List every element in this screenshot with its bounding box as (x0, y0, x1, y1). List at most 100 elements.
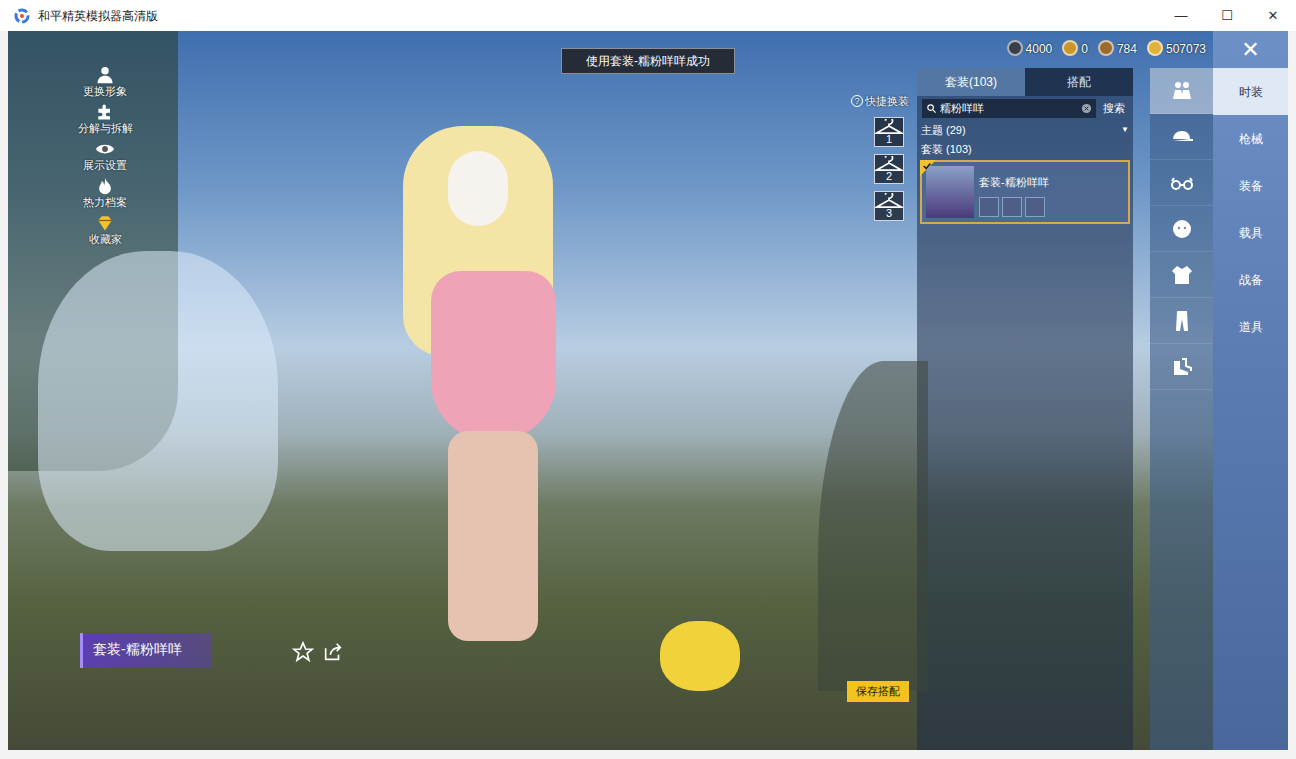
search-button[interactable]: 搜索 (1100, 100, 1128, 117)
main-tab[interactable]: 枪械 (1213, 115, 1288, 162)
currency-bar: 4000 0 784 507073 (1007, 40, 1206, 58)
currency-amount: 784 (1117, 42, 1137, 56)
main-tab-label: 时装 (1239, 83, 1263, 101)
main-tab-label: 载具 (1239, 224, 1263, 242)
category-button[interactable] (1150, 114, 1213, 160)
side-menu-label: 展示设置 (83, 159, 127, 171)
main-tab-label: 道具 (1239, 318, 1263, 336)
category-button[interactable] (1150, 68, 1213, 114)
cap-icon (1170, 125, 1194, 149)
puzzle-icon (95, 102, 115, 122)
expand-arrow: ▼ (1121, 124, 1129, 136)
side-menu-item[interactable]: 分解与拆解 (66, 102, 144, 137)
qilin-figure (38, 251, 278, 551)
currency: 4000 (1007, 40, 1053, 58)
close-button[interactable]: ✕ (1213, 31, 1288, 68)
save-outfit-button[interactable]: 保存搭配 (847, 681, 909, 702)
quick-change-slot[interactable]: 3 (874, 191, 904, 221)
share-icon[interactable] (322, 641, 344, 663)
quick-change: ?快捷换装 1 2 3 (851, 93, 911, 221)
toast-message: 使用套装-糯粉咩咩成功 (561, 48, 735, 74)
maximize-button[interactable]: ☐ (1204, 0, 1250, 31)
hanger-icon (875, 119, 903, 135)
outfit-tools (292, 641, 344, 663)
currency: 784 (1098, 40, 1137, 58)
dress-figure (431, 271, 556, 441)
outfit-info: 套装-糯粉咩咩 (979, 166, 1049, 218)
search-bar: 搜索 (917, 96, 1133, 121)
slot-number: 1 (886, 134, 892, 144)
quick-change-slot[interactable]: 2 (874, 154, 904, 184)
part-thumbnail (1025, 197, 1045, 217)
category-button[interactable] (1150, 252, 1213, 298)
part-thumbnail (979, 197, 999, 217)
quick-change-title: 快捷换装 (865, 93, 909, 110)
clear-icon[interactable] (1081, 103, 1092, 114)
shoes-icon (1170, 355, 1194, 379)
gem-icon (95, 213, 115, 233)
window-controls: —☐✕ (1158, 0, 1296, 31)
side-menu-item[interactable]: 收藏家 (66, 213, 144, 248)
list-group-header[interactable]: 套装 (103) (917, 140, 1133, 159)
outfit-item[interactable]: 套装-糯粉咩咩 (920, 160, 1130, 224)
list-group-header[interactable]: 主题 (29) ▼ (917, 121, 1133, 140)
shirt-icon (1170, 263, 1194, 287)
main-tab[interactable]: 道具 (1213, 303, 1288, 350)
title-bar: 和平精英模拟器高清版—☐✕ (0, 0, 1296, 31)
side-menu-label: 更换形象 (83, 85, 127, 97)
quick-change-label: ?快捷换装 (851, 93, 911, 110)
side-menu-item[interactable]: 展示设置 (66, 139, 144, 174)
face-figure (448, 151, 508, 226)
main-tab-label: 枪械 (1239, 130, 1263, 148)
currency-amount: 0 (1081, 42, 1088, 56)
category-button[interactable] (1150, 298, 1213, 344)
main-tab-label: 装备 (1239, 177, 1263, 195)
scene: 更换形象分解与拆解展示设置热力档案收藏家使用套装-糯粉咩咩成功?快捷换装123套… (8, 31, 917, 750)
minimize-button[interactable]: — (1158, 0, 1204, 31)
chick-figure (660, 621, 740, 691)
side-menu-label: 收藏家 (89, 233, 122, 245)
main-tab[interactable]: 战备 (1213, 256, 1288, 303)
side-menu-label: 热力档案 (83, 196, 127, 208)
side-menu: 更换形象分解与拆解展示设置热力档案收藏家 (66, 65, 144, 248)
category-button[interactable] (1150, 206, 1213, 252)
currency: 507073 (1147, 40, 1206, 58)
main-tab[interactable]: 装备 (1213, 162, 1288, 209)
person-icon (95, 65, 115, 85)
category-button[interactable] (1150, 344, 1213, 390)
coin-icon (1098, 40, 1114, 56)
star-icon[interactable] (292, 641, 314, 663)
search-field (922, 99, 1096, 118)
game-area: 更换形象分解与拆解展示设置热力档案收藏家使用套装-糯粉咩咩成功?快捷换装123套… (8, 31, 1288, 750)
help-button[interactable]: ? (851, 95, 863, 107)
selected-corner (920, 160, 936, 176)
group-label: 主题 (29) (921, 122, 966, 139)
category-list (1150, 68, 1213, 750)
outfit-icon (1170, 79, 1194, 103)
slot-number: 3 (886, 208, 892, 218)
part-thumbnail (1002, 197, 1022, 217)
currency-amount: 4000 (1026, 42, 1053, 56)
coin-icon (1147, 40, 1163, 56)
main-tabs: ✕ 时装枪械装备载具战备道具 (1213, 31, 1288, 750)
main-tab[interactable]: 载具 (1213, 209, 1288, 256)
group-label: 套装 (103) (921, 141, 972, 158)
quick-change-slot[interactable]: 1 (874, 117, 904, 147)
pants-icon (1170, 309, 1194, 333)
currency-amount: 507073 (1166, 42, 1206, 56)
main-tab[interactable]: 时装 (1213, 68, 1288, 115)
panel-tab[interactable]: 套装(103) (917, 68, 1025, 96)
side-menu-label: 分解与拆解 (78, 122, 133, 134)
coin-icon (1062, 40, 1078, 56)
close-window-button[interactable]: ✕ (1250, 0, 1296, 31)
search-icon (926, 103, 937, 114)
category-button[interactable] (1150, 160, 1213, 206)
hanger-icon (875, 193, 903, 209)
currency: 0 (1062, 40, 1088, 58)
panel-tab[interactable]: 搭配 (1025, 68, 1133, 96)
outfit-parts (979, 197, 1049, 217)
search-input[interactable] (940, 100, 1078, 117)
side-menu-item[interactable]: 更换形象 (66, 65, 144, 100)
side-menu-item[interactable]: 热力档案 (66, 176, 144, 211)
coin-icon (1007, 40, 1023, 56)
